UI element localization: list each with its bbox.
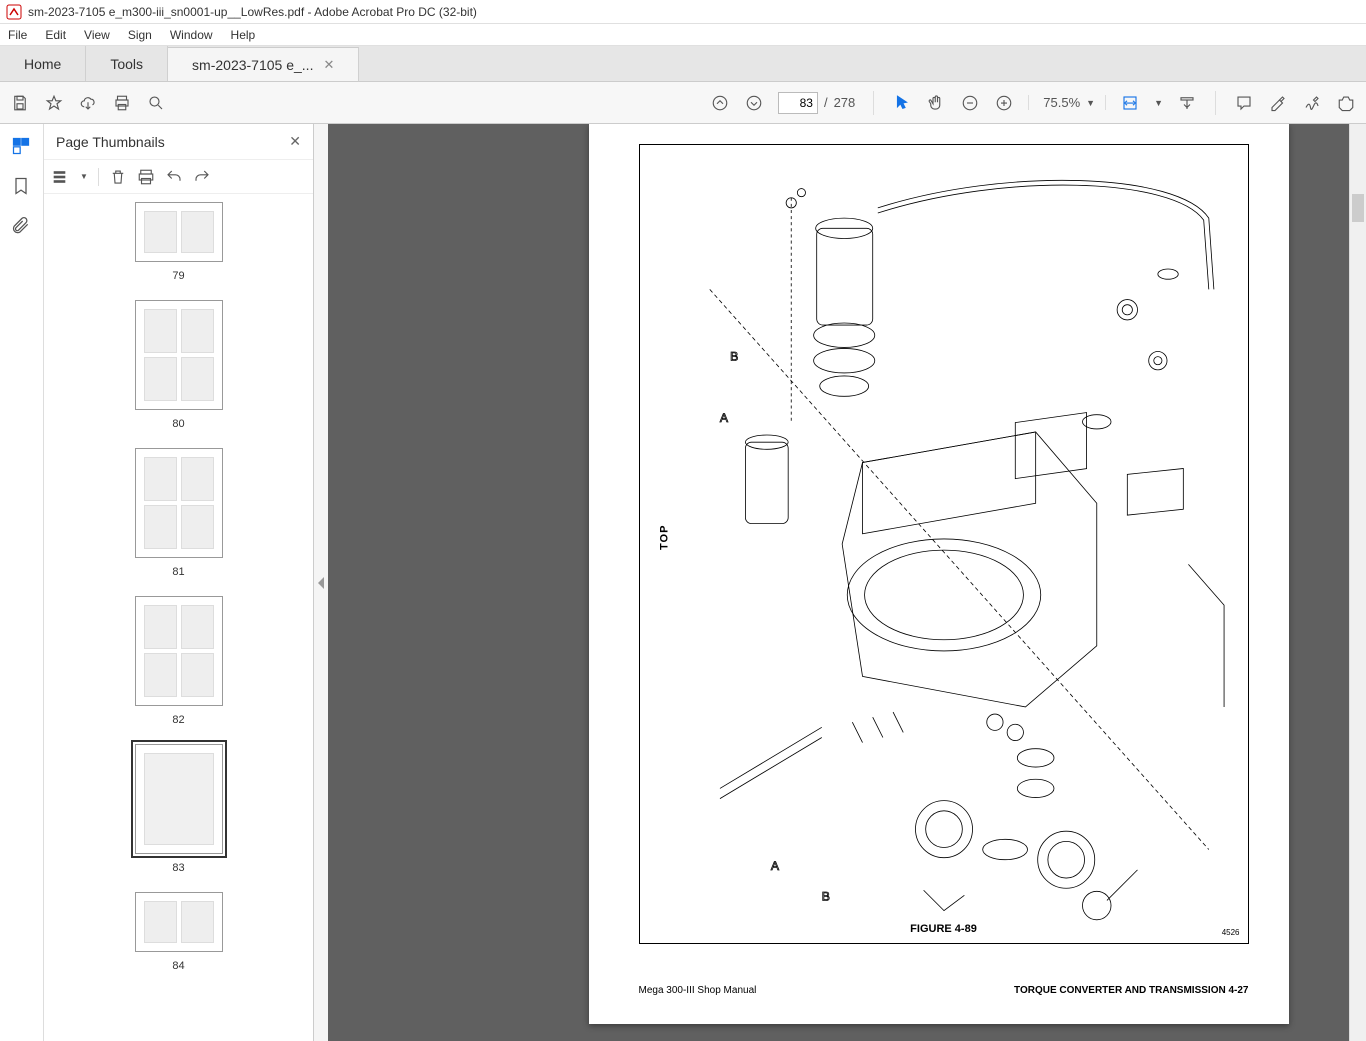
thumbnail-panel: Page Thumbnails ✕ ▼ 79 80 81 82 83 84: [44, 124, 314, 1041]
page-down-icon[interactable]: [744, 93, 764, 113]
sign-icon[interactable]: [1302, 93, 1322, 113]
hand-icon[interactable]: [926, 93, 946, 113]
delete-icon[interactable]: [109, 168, 127, 186]
stamp-icon[interactable]: [1336, 93, 1356, 113]
thumbnail-page[interactable]: [135, 596, 223, 706]
thumbnails-icon[interactable]: [11, 136, 33, 158]
main-area: Page Thumbnails ✕ ▼ 79 80 81 82 83 84 TOP: [0, 124, 1366, 1041]
thumbnail-item[interactable]: 80: [44, 300, 313, 430]
cloud-icon[interactable]: [78, 93, 98, 113]
page-input[interactable]: [778, 92, 818, 114]
menu-edit[interactable]: Edit: [45, 28, 66, 42]
figure-caption: FIGURE 4-89: [910, 923, 977, 935]
search-icon[interactable]: [146, 93, 166, 113]
tab-tools[interactable]: Tools: [86, 46, 168, 81]
options-icon[interactable]: [52, 168, 70, 186]
thumbnail-page[interactable]: [135, 202, 223, 262]
nav-rail: [0, 124, 44, 1041]
toolbar: / 278 75.5% ▼ ▼: [0, 82, 1366, 124]
close-icon[interactable]: ✕: [323, 57, 334, 73]
tab-document[interactable]: sm-2023-7105 e_... ✕: [168, 47, 359, 82]
page-footer: Mega 300-III Shop Manual TORQUE CONVERTE…: [639, 985, 1249, 996]
thumbnail-number: 80: [172, 418, 184, 430]
tab-home[interactable]: Home: [0, 46, 86, 81]
zoom-out-icon[interactable]: [960, 93, 980, 113]
print-pages-icon[interactable]: [137, 168, 155, 186]
page-indicator: / 278: [778, 92, 855, 114]
thumbnail-list[interactable]: 79 80 81 82 83 84: [44, 194, 313, 1041]
thumbnail-page[interactable]: [135, 300, 223, 410]
svg-text:B: B: [730, 350, 738, 364]
figure-frame: TOP: [639, 144, 1249, 944]
panel-title: Page Thumbnails: [56, 134, 165, 150]
document-viewport[interactable]: TOP: [328, 124, 1349, 1041]
redo-icon[interactable]: [193, 168, 211, 186]
save-icon[interactable]: [10, 93, 30, 113]
window-title: sm-2023-7105 e_m300-iii_sn0001-up__LowRe…: [28, 5, 477, 19]
zoom-in-icon[interactable]: [994, 93, 1014, 113]
page-up-icon[interactable]: [710, 93, 730, 113]
title-bar: sm-2023-7105 e_m300-iii_sn0001-up__LowRe…: [0, 0, 1366, 24]
star-icon[interactable]: [44, 93, 64, 113]
thumbnail-item[interactable]: 83: [44, 744, 313, 874]
menu-file[interactable]: File: [8, 28, 27, 42]
menu-window[interactable]: Window: [170, 28, 213, 42]
highlight-icon[interactable]: [1268, 93, 1288, 113]
thumbnail-number: 82: [172, 714, 184, 726]
comment-icon[interactable]: [1234, 93, 1254, 113]
svg-text:B: B: [821, 889, 829, 903]
thumbnail-toolbar: ▼: [44, 160, 313, 194]
thumbnail-number: 83: [172, 862, 184, 874]
chevron-down-icon[interactable]: ▼: [1154, 98, 1163, 108]
menu-help[interactable]: Help: [231, 28, 256, 42]
footer-left: Mega 300-III Shop Manual: [639, 985, 757, 996]
page-canvas: TOP: [589, 124, 1289, 1024]
page-total: 278: [834, 95, 856, 110]
zoom-dropdown[interactable]: 75.5% ▼: [1043, 95, 1106, 110]
fit-width-icon[interactable]: [1120, 93, 1140, 113]
technical-drawing: B A A B: [652, 157, 1236, 931]
chevron-down-icon[interactable]: ▼: [80, 172, 88, 181]
menu-view[interactable]: View: [84, 28, 110, 42]
menu-sign[interactable]: Sign: [128, 28, 152, 42]
chevron-down-icon: ▼: [1086, 98, 1095, 108]
read-mode-icon[interactable]: [1177, 93, 1197, 113]
thumbnail-page[interactable]: [135, 744, 223, 854]
pdf-icon: [6, 4, 22, 20]
attachment-icon[interactable]: [11, 216, 33, 238]
menu-bar: File Edit View Sign Window Help: [0, 24, 1366, 46]
thumbnail-item[interactable]: 79: [44, 202, 313, 282]
thumbnail-item[interactable]: 81: [44, 448, 313, 578]
thumbnail-number: 81: [172, 566, 184, 578]
scrollbar-thumb[interactable]: [1352, 194, 1364, 222]
thumbnail-item[interactable]: 84: [44, 892, 313, 972]
collapse-handle[interactable]: [314, 124, 328, 1041]
triangle-left-icon: [318, 577, 324, 589]
pointer-icon[interactable]: [892, 93, 912, 113]
thumbnail-number: 79: [172, 270, 184, 282]
thumbnail-item[interactable]: 82: [44, 596, 313, 726]
tab-bar: Home Tools sm-2023-7105 e_... ✕: [0, 46, 1366, 82]
vertical-scrollbar[interactable]: [1349, 124, 1366, 1041]
print-icon[interactable]: [112, 93, 132, 113]
svg-text:A: A: [770, 859, 779, 873]
figure-number: 4526: [1222, 928, 1240, 937]
thumbnail-number: 84: [172, 960, 184, 972]
thumbnail-page[interactable]: [135, 892, 223, 952]
undo-icon[interactable]: [165, 168, 183, 186]
bookmark-icon[interactable]: [11, 176, 33, 198]
footer-right: TORQUE CONVERTER AND TRANSMISSION 4-27: [1014, 985, 1248, 996]
thumbnail-page[interactable]: [135, 448, 223, 558]
svg-text:A: A: [719, 411, 728, 425]
close-icon[interactable]: ✕: [289, 133, 301, 150]
